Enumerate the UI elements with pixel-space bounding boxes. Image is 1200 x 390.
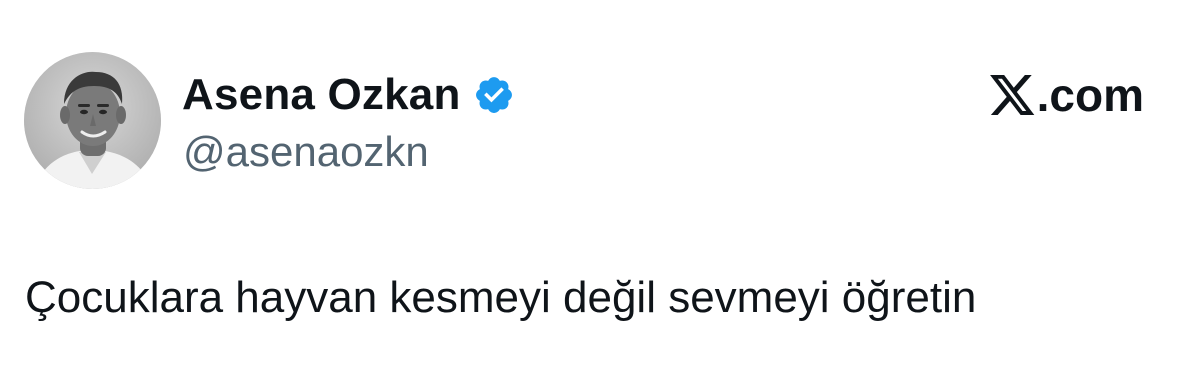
author-display-name[interactable]: Asena Ozkan xyxy=(182,70,461,120)
tweet-text: Çocuklara hayvan kesmeyi değil sevmeyi ö… xyxy=(25,273,977,322)
author-name-row[interactable]: Asena Ozkan xyxy=(182,70,515,120)
tweet-card: Asena Ozkan @asenaozkn .com Çocuklara ha… xyxy=(0,0,1200,390)
brand-domain-suffix: .com xyxy=(1036,69,1144,121)
verified-badge-icon xyxy=(475,77,512,113)
author-handle[interactable]: @asenaozkn xyxy=(183,128,429,176)
x-logo-icon xyxy=(989,74,1034,116)
x-brand[interactable]: .com xyxy=(989,69,1144,121)
avatar-photo xyxy=(24,52,161,189)
author-avatar[interactable] xyxy=(24,52,161,189)
